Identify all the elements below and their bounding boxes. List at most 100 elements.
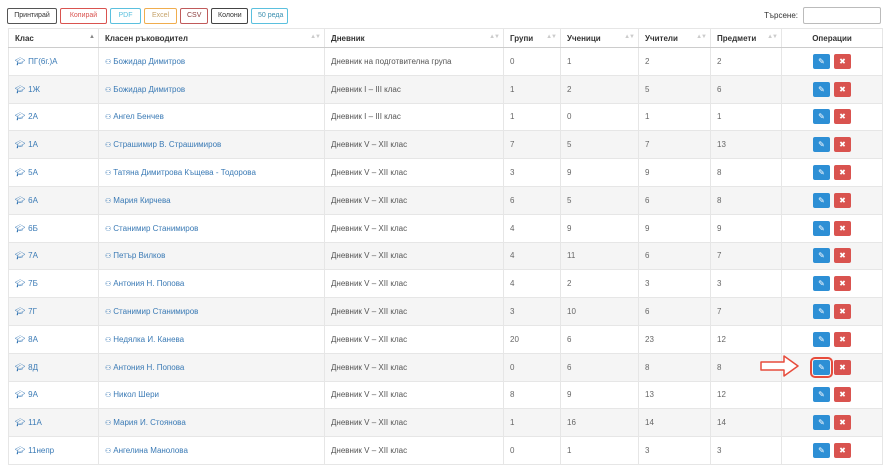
search-input[interactable] bbox=[803, 7, 881, 24]
diary-cell: Дневник V – XII клас bbox=[324, 297, 504, 326]
edit-button[interactable]: ✎ bbox=[813, 137, 830, 153]
edit-button[interactable]: ✎ bbox=[813, 248, 830, 264]
teacher-link[interactable]: Антония Н. Попова bbox=[113, 363, 184, 372]
class-link[interactable]: 11непр bbox=[28, 446, 54, 455]
copy-button[interactable]: Копирай bbox=[60, 8, 107, 24]
delete-button[interactable]: ✖ bbox=[834, 304, 851, 320]
delete-button[interactable]: ✖ bbox=[834, 276, 851, 292]
column-header-diary[interactable]: Дневник ▲▼ bbox=[324, 28, 504, 48]
edit-button[interactable]: ✎ bbox=[813, 165, 830, 181]
subjects-cell: 7 bbox=[710, 297, 782, 326]
teacher-link[interactable]: Божидар Димитров bbox=[113, 85, 185, 94]
edit-button[interactable]: ✎ bbox=[813, 81, 830, 97]
class-link[interactable]: 7А bbox=[28, 251, 38, 260]
subjects-cell: 13 bbox=[710, 130, 782, 160]
edit-button[interactable]: ✎ bbox=[813, 53, 830, 69]
column-header-students[interactable]: Ученици ▲▼ bbox=[560, 28, 639, 48]
delete-button[interactable]: ✖ bbox=[834, 248, 851, 264]
teacher-link[interactable]: Станимир Станимиров bbox=[113, 307, 198, 316]
excel-button[interactable]: Excel bbox=[144, 8, 177, 24]
teacher-link[interactable]: Татяна Димитрова Къщева - Тодорова bbox=[113, 168, 256, 177]
print-button[interactable]: Принтирай bbox=[7, 8, 57, 24]
class-link[interactable]: 8А bbox=[28, 335, 38, 344]
delete-button[interactable]: ✖ bbox=[834, 387, 851, 403]
delete-button[interactable]: ✖ bbox=[834, 53, 851, 69]
teacher-link[interactable]: Ангелина Манолова bbox=[113, 446, 188, 455]
delete-button[interactable]: ✖ bbox=[834, 331, 851, 347]
class-link[interactable]: 6Б bbox=[28, 224, 38, 233]
class-link[interactable]: 8Д bbox=[28, 363, 38, 372]
edit-button[interactable]: ✎ bbox=[813, 220, 830, 236]
teachers-cell: 6 bbox=[638, 241, 711, 271]
sort-asc-icon: ▲ bbox=[89, 34, 95, 40]
edit-button[interactable]: ✎ bbox=[813, 443, 830, 459]
subjects-cell: 3 bbox=[710, 269, 782, 299]
class-link[interactable]: ПГ(6г.)А bbox=[28, 57, 57, 66]
teacher-icon: ⚇ bbox=[105, 225, 112, 233]
columns-button[interactable]: Колони bbox=[211, 8, 248, 24]
teacher-link[interactable]: Страшимир В. Страшимиров bbox=[113, 140, 221, 149]
teacher-icon: ⚇ bbox=[105, 58, 112, 66]
teachers-cell: 6 bbox=[638, 185, 711, 215]
class-cell: 🎓︎ 11А bbox=[8, 408, 99, 438]
teacher-link[interactable]: Никол Шери bbox=[113, 390, 159, 399]
column-header-subjects[interactable]: Предмети ▲▼ bbox=[710, 28, 782, 48]
groups-cell: 6 bbox=[503, 185, 561, 215]
edit-button[interactable]: ✎ bbox=[813, 387, 830, 403]
edit-button[interactable]: ✎ bbox=[813, 276, 830, 292]
page-length-button[interactable]: 50 реда bbox=[251, 8, 288, 24]
delete-button[interactable]: ✖ bbox=[834, 359, 851, 375]
pdf-button[interactable]: PDF bbox=[110, 8, 141, 24]
delete-button[interactable]: ✖ bbox=[834, 109, 851, 125]
operations-group: ✎ ✖ bbox=[813, 387, 851, 403]
delete-button[interactable]: ✖ bbox=[834, 415, 851, 431]
teacher-link[interactable]: Станимир Станимиров bbox=[113, 224, 198, 233]
class-link[interactable]: 6А bbox=[28, 196, 38, 205]
delete-button[interactable]: ✖ bbox=[834, 220, 851, 236]
graduation-cap-icon: 🎓︎ bbox=[15, 446, 26, 456]
operations-group: ✎ ✖ bbox=[813, 109, 851, 125]
edit-button[interactable]: ✎ bbox=[813, 192, 830, 208]
diary-cell: Дневник V – XII клас bbox=[324, 380, 504, 410]
teacher-link[interactable]: Мария Кирчева bbox=[113, 196, 170, 205]
edit-button[interactable]: ✎ bbox=[813, 109, 830, 125]
class-link[interactable]: 7Г bbox=[28, 307, 37, 316]
graduation-cap-icon: 🎓︎ bbox=[15, 84, 26, 94]
diary-cell: Дневник V – XII клас bbox=[324, 269, 504, 299]
class-link[interactable]: 9А bbox=[28, 390, 38, 399]
class-link[interactable]: 1А bbox=[28, 140, 38, 149]
delete-button[interactable]: ✖ bbox=[834, 443, 851, 459]
class-link[interactable]: 5А bbox=[28, 168, 38, 177]
class-cell: 🎓︎ 2А bbox=[8, 102, 99, 132]
teacher-link[interactable]: Антония Н. Попова bbox=[113, 279, 184, 288]
teachers-cell: 6 bbox=[638, 297, 711, 326]
edit-button[interactable]: ✎ bbox=[813, 331, 830, 347]
column-header-teacher[interactable]: Класен ръководител ▲▼ bbox=[98, 28, 325, 48]
edit-button[interactable]: ✎ bbox=[813, 415, 830, 431]
teacher-link[interactable]: Божидар Димитров bbox=[113, 57, 185, 66]
teacher-link[interactable]: Ангел Бенчев bbox=[113, 112, 164, 121]
teacher-link[interactable]: Мария И. Стоянова bbox=[113, 418, 185, 427]
column-header-class[interactable]: Клас ▲ bbox=[8, 28, 99, 48]
table-row: 🎓︎ 8Д ⚇ Антония Н. Попова Дневник V – XII кл… bbox=[8, 352, 883, 382]
delete-button[interactable]: ✖ bbox=[834, 192, 851, 208]
class-link[interactable]: 7Б bbox=[28, 279, 38, 288]
delete-button[interactable]: ✖ bbox=[834, 165, 851, 181]
edit-button[interactable]: ✎ bbox=[813, 304, 830, 320]
column-header-teachers[interactable]: Учители ▲▼ bbox=[638, 28, 711, 48]
delete-button[interactable]: ✖ bbox=[834, 137, 851, 153]
delete-button[interactable]: ✖ bbox=[834, 81, 851, 97]
students-cell: 16 bbox=[560, 408, 639, 438]
edit-icon: ✎ bbox=[818, 279, 825, 289]
class-link[interactable]: 11А bbox=[28, 418, 42, 427]
class-link[interactable]: 1Ж bbox=[28, 85, 40, 94]
column-header-groups[interactable]: Групи ▲▼ bbox=[503, 28, 561, 48]
teacher-icon: ⚇ bbox=[105, 309, 112, 317]
arrow-right-icon bbox=[760, 355, 799, 377]
graduation-cap-icon: 🎓︎ bbox=[15, 418, 26, 428]
edit-button[interactable]: ✎ bbox=[810, 356, 833, 378]
class-link[interactable]: 2А bbox=[28, 112, 38, 121]
csv-button[interactable]: CSV bbox=[180, 8, 208, 24]
teacher-link[interactable]: Петър Вилков bbox=[113, 251, 165, 260]
teacher-link[interactable]: Недялка И. Канева bbox=[113, 335, 184, 344]
